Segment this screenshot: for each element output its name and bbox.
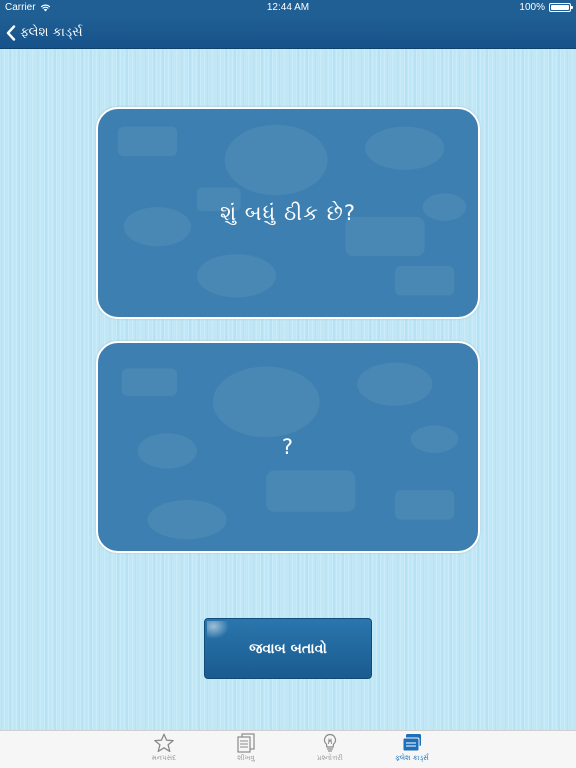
back-button[interactable]: ફ્લેશ કાર્ડ્સ: [6, 20, 83, 45]
tab-favorites-label: મનપસંદ: [151, 754, 177, 762]
tab-flashcards[interactable]: ફ્લેશ કાર્ડ્સ: [372, 733, 452, 767]
tab-quiz[interactable]: પ્રશ્નોત્તરી: [290, 733, 370, 767]
chevron-left-icon: [6, 24, 16, 41]
tab-learn-label: શીખવુ: [237, 754, 255, 762]
tab-favorites[interactable]: મનપસંદ: [124, 733, 204, 767]
tab-flashcards-label: ફ્લેશ કાર્ડ્સ: [395, 754, 429, 762]
show-answer-button-label: જવાબ બતાવો: [249, 640, 327, 657]
status-bar: Carrier 12:44 AM 100%: [0, 0, 576, 16]
answer-card[interactable]: ?: [96, 341, 480, 553]
flashcards-icon: [402, 734, 421, 752]
tab-bar: મનપસંદ શીખવુ પ્રશ્નોત્તરી ફ્લેશ કાર્ડ્સ: [0, 730, 576, 768]
tab-quiz-label: પ્રશ્નોત્તરી: [317, 754, 343, 762]
document-icon: [237, 733, 255, 753]
tab-learn[interactable]: શીખવુ: [206, 733, 286, 767]
status-right: 100%: [519, 2, 573, 13]
lightbulb-icon: [324, 733, 336, 752]
status-time: 12:44 AM: [266, 2, 310, 13]
back-button-label: ફ્લેશ કાર્ડ્સ: [20, 25, 83, 40]
answer-text: ?: [281, 435, 295, 459]
question-text: શું બધું ઠીક છે?: [219, 200, 357, 225]
show-answer-button[interactable]: જવાબ બતાવો: [204, 618, 372, 679]
star-icon: [154, 733, 174, 753]
flashcard-area: શું બધું ઠીક છે? ? જવાબ બતાવો: [0, 49, 576, 730]
navigation-bar: ફ્લેશ કાર્ડ્સ: [0, 16, 576, 49]
battery-percent: 100%: [519, 2, 545, 13]
question-card[interactable]: શું બધું ઠીક છે?: [96, 107, 480, 319]
battery-icon: [549, 3, 573, 12]
